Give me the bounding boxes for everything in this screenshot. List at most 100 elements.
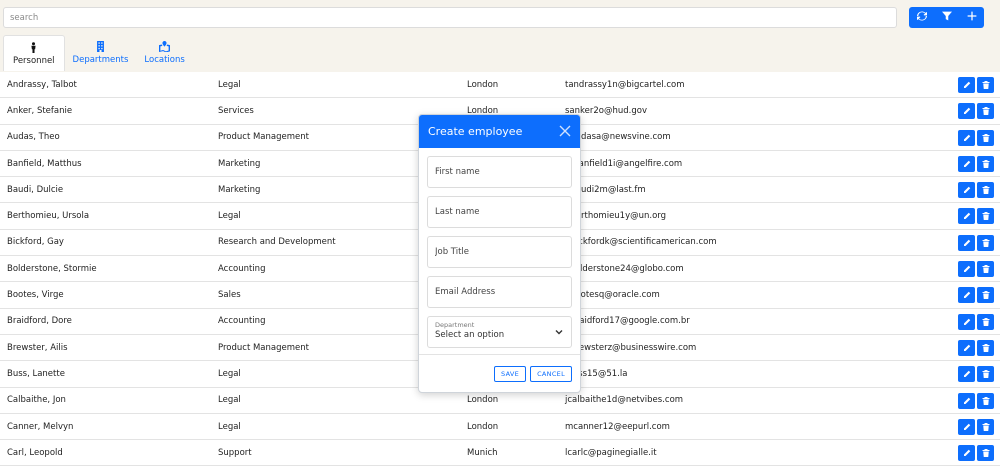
employee-email: tandrassy1n@bigcartel.com bbox=[565, 79, 685, 90]
edit-button[interactable] bbox=[958, 392, 975, 409]
filter-button[interactable] bbox=[934, 7, 959, 28]
employee-name: Braidford, Dore bbox=[7, 316, 72, 327]
delete-button[interactable] bbox=[977, 103, 994, 120]
email-field[interactable] bbox=[427, 276, 572, 308]
first-name-field[interactable] bbox=[427, 156, 572, 188]
delete-button[interactable] bbox=[977, 155, 994, 172]
table-row: Carl, Leopold Support Munich lcarlc@pagineg… bbox=[0, 440, 1000, 467]
filter-icon bbox=[941, 11, 952, 24]
employee-email: abrewsterz@businesswire.com bbox=[565, 342, 697, 353]
edit-button[interactable] bbox=[958, 129, 975, 146]
delete-button[interactable] bbox=[977, 287, 994, 304]
edit-button[interactable] bbox=[958, 103, 975, 120]
employee-name: Bootes, Virge bbox=[7, 290, 64, 301]
delete-button[interactable] bbox=[977, 445, 994, 462]
save-button[interactable]: SAVE bbox=[494, 366, 527, 382]
last-name-field[interactable] bbox=[427, 196, 572, 228]
edit-button[interactable] bbox=[958, 208, 975, 225]
employee-department: Legal bbox=[218, 79, 241, 90]
trash-icon bbox=[982, 81, 989, 89]
edit-button[interactable] bbox=[958, 339, 975, 356]
edit-button[interactable] bbox=[958, 418, 975, 435]
department-select[interactable]: Department Select an option bbox=[427, 316, 572, 348]
edit-button[interactable] bbox=[958, 182, 975, 199]
employee-name: Anker, Stefanie bbox=[7, 105, 73, 116]
delete-button[interactable] bbox=[977, 366, 994, 383]
pencil-icon bbox=[963, 186, 970, 194]
edit-button[interactable] bbox=[958, 313, 975, 330]
employee-department: Support bbox=[218, 447, 252, 458]
pencil-icon bbox=[963, 213, 970, 220]
pencil-icon bbox=[963, 134, 970, 141]
add-button[interactable] bbox=[959, 7, 984, 28]
pencil-icon bbox=[963, 239, 970, 246]
pencil-icon bbox=[963, 344, 970, 351]
delete-button[interactable] bbox=[977, 129, 994, 146]
edit-button[interactable] bbox=[958, 287, 975, 304]
tab-personnel[interactable]: Personnel bbox=[3, 35, 65, 71]
cancel-button[interactable]: CANCEL bbox=[530, 366, 572, 382]
employee-department: Sales bbox=[218, 290, 241, 301]
building-icon bbox=[97, 41, 104, 52]
employee-name: Audas, Theo bbox=[7, 132, 60, 143]
refresh-icon bbox=[916, 11, 927, 24]
trash-icon bbox=[982, 343, 989, 352]
delete-button[interactable] bbox=[977, 392, 994, 409]
pencil-icon bbox=[963, 265, 970, 273]
pencil-icon bbox=[963, 81, 970, 88]
employee-department: Legal bbox=[218, 368, 241, 379]
department-select-value: Select an option bbox=[435, 330, 505, 340]
delete-button[interactable] bbox=[977, 77, 994, 93]
action-button-group bbox=[909, 7, 984, 28]
pencil-icon bbox=[963, 318, 970, 325]
employee-email: lcarlc@paginegialle.it bbox=[565, 447, 657, 458]
employee-department: Legal bbox=[218, 395, 241, 406]
employee-department: Legal bbox=[218, 211, 241, 222]
pencil-icon bbox=[963, 160, 970, 167]
employee-name: Baudi, Dulcie bbox=[7, 184, 64, 195]
employee-location: Munich bbox=[467, 447, 498, 458]
employee-name: Andrassy, Talbot bbox=[7, 79, 77, 90]
pencil-icon bbox=[963, 449, 970, 457]
delete-button[interactable] bbox=[977, 182, 994, 199]
refresh-button[interactable] bbox=[909, 7, 934, 28]
edit-button[interactable] bbox=[958, 234, 975, 251]
employee-location: London bbox=[467, 395, 499, 406]
employee-name: Canner, Melvyn bbox=[7, 421, 74, 432]
delete-button[interactable] bbox=[977, 261, 994, 278]
department-select-label: Department bbox=[435, 321, 475, 329]
job-title-field[interactable] bbox=[427, 236, 572, 268]
delete-button[interactable] bbox=[977, 234, 994, 251]
employee-email: dbraidford17@google.com.br bbox=[565, 316, 690, 327]
tab-departments[interactable]: Departments bbox=[65, 35, 137, 71]
delete-button[interactable] bbox=[977, 339, 994, 356]
edit-button[interactable] bbox=[958, 77, 975, 93]
tab-label: Locations bbox=[144, 55, 185, 65]
employee-name: Buss, Lanette bbox=[7, 368, 65, 379]
tab-locations[interactable]: Locations bbox=[136, 35, 192, 71]
trash-icon bbox=[982, 449, 989, 458]
pencil-icon bbox=[963, 397, 970, 404]
employee-department: Services bbox=[218, 105, 254, 116]
delete-button[interactable] bbox=[977, 418, 994, 435]
employee-department: Marketing bbox=[218, 158, 261, 169]
edit-button[interactable] bbox=[958, 155, 975, 172]
trash-icon bbox=[982, 265, 989, 274]
employee-name: Bickford, Gay bbox=[7, 237, 64, 248]
edit-button[interactable] bbox=[958, 445, 975, 462]
edit-button[interactable] bbox=[958, 261, 975, 278]
pencil-icon bbox=[963, 108, 970, 115]
employee-department: Legal bbox=[218, 421, 241, 432]
tab-label: Departments bbox=[72, 55, 129, 65]
edit-button[interactable] bbox=[958, 366, 975, 383]
trash-icon bbox=[982, 107, 989, 116]
employee-email: mcanner12@eepurl.com bbox=[565, 421, 670, 432]
trash-icon bbox=[982, 159, 989, 168]
close-button[interactable] bbox=[559, 125, 571, 137]
delete-button[interactable] bbox=[977, 313, 994, 330]
search-input[interactable] bbox=[3, 7, 897, 28]
delete-button[interactable] bbox=[977, 208, 994, 225]
trash-icon bbox=[982, 396, 989, 405]
trash-icon bbox=[982, 212, 989, 221]
modal-footer: SAVE CANCEL bbox=[419, 355, 580, 392]
